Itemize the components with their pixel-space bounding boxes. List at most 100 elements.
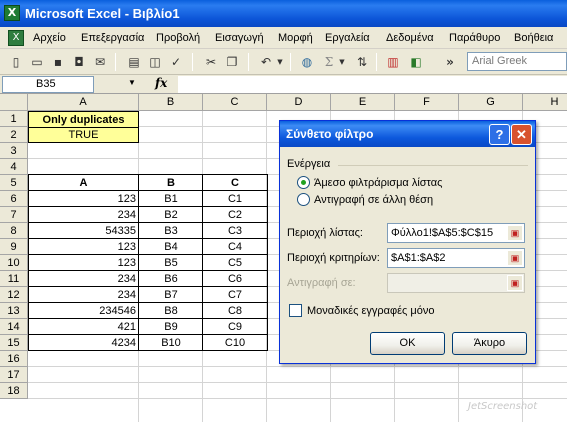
menu-help[interactable]: Βοήθεια bbox=[514, 32, 553, 44]
column-header-a[interactable]: A bbox=[28, 94, 139, 111]
row-header-6[interactable]: 6 bbox=[0, 191, 28, 207]
table-cell[interactable]: 234546 bbox=[28, 303, 139, 319]
drawing-icon[interactable]: ◧ bbox=[406, 52, 426, 72]
unique-records-checkbox[interactable] bbox=[289, 304, 302, 317]
list-range-field[interactable]: Φύλλο1!$A$5:$C$15 ▣ bbox=[387, 223, 525, 243]
menu-tools[interactable]: Εργαλεία bbox=[325, 32, 370, 44]
table-cell[interactable]: B10 bbox=[139, 335, 203, 351]
column-header-d[interactable]: D bbox=[267, 94, 331, 111]
table-cell[interactable]: B9 bbox=[139, 319, 203, 335]
table-cell[interactable]: 123 bbox=[28, 239, 139, 255]
column-header-h[interactable]: H bbox=[523, 94, 567, 111]
help-icon[interactable]: ? bbox=[489, 124, 510, 145]
table-cell[interactable]: 123 bbox=[28, 191, 139, 207]
radio-filter-in-place[interactable] bbox=[297, 176, 310, 189]
menu-file[interactable]: Αρχείο bbox=[33, 32, 66, 44]
permission-icon[interactable]: ◘ bbox=[69, 52, 89, 72]
sort-ascending-icon[interactable]: ⇅ bbox=[352, 52, 372, 72]
table-cell[interactable]: C4 bbox=[203, 239, 267, 255]
row-header-2[interactable]: 2 bbox=[0, 127, 28, 143]
row-header-16[interactable]: 16 bbox=[0, 351, 28, 367]
formula-input[interactable] bbox=[178, 76, 567, 93]
undo-dropdown-icon[interactable]: ▼ bbox=[275, 52, 285, 72]
table-cell[interactable]: B4 bbox=[139, 239, 203, 255]
table-cell[interactable]: B1 bbox=[139, 191, 203, 207]
print-icon[interactable]: ▤ bbox=[124, 52, 144, 72]
table-cell[interactable]: B7 bbox=[139, 287, 203, 303]
table-header-cell[interactable]: C bbox=[203, 175, 267, 191]
table-cell[interactable]: C6 bbox=[203, 271, 267, 287]
chart-wizard-icon[interactable]: ▥ bbox=[383, 52, 403, 72]
table-cell[interactable]: B5 bbox=[139, 255, 203, 271]
ok-button[interactable]: OK bbox=[370, 332, 445, 355]
table-cell[interactable]: C2 bbox=[203, 207, 267, 223]
select-all-corner[interactable] bbox=[0, 94, 28, 111]
collapse-dialog-icon[interactable]: ▣ bbox=[507, 250, 523, 266]
open-icon[interactable]: ▭ bbox=[27, 52, 47, 72]
column-header-e[interactable]: E bbox=[331, 94, 395, 111]
name-box-dropdown-icon[interactable]: ▼ bbox=[128, 78, 136, 87]
menu-view[interactable]: Προβολή bbox=[156, 32, 200, 44]
table-cell[interactable]: 234 bbox=[28, 271, 139, 287]
menu-format[interactable]: Μορφή bbox=[278, 32, 313, 44]
row-header-10[interactable]: 10 bbox=[0, 255, 28, 271]
autosum-dropdown-icon[interactable]: ▼ bbox=[337, 52, 347, 72]
table-cell[interactable]: 234 bbox=[28, 287, 139, 303]
collapse-dialog-icon[interactable]: ▣ bbox=[507, 225, 523, 241]
name-box[interactable]: B35 bbox=[2, 76, 94, 93]
copy-icon[interactable]: ❐ bbox=[222, 52, 242, 72]
column-header-f[interactable]: F bbox=[395, 94, 459, 111]
hyperlink-icon[interactable]: ◍ bbox=[297, 52, 317, 72]
column-header-b[interactable]: B bbox=[139, 94, 203, 111]
radio-copy-to-location[interactable] bbox=[297, 193, 310, 206]
table-cell[interactable]: B8 bbox=[139, 303, 203, 319]
column-header-g[interactable]: G bbox=[459, 94, 523, 111]
table-header-cell[interactable]: B bbox=[139, 175, 203, 191]
table-header-cell[interactable]: A bbox=[28, 175, 139, 191]
print-preview-icon[interactable]: ◫ bbox=[145, 52, 165, 72]
table-cell[interactable]: B3 bbox=[139, 223, 203, 239]
criteria-header-cell[interactable]: Only duplicates bbox=[28, 111, 139, 128]
email-icon[interactable]: ✉ bbox=[90, 52, 110, 72]
menu-insert[interactable]: Εισαγωγή bbox=[215, 32, 264, 44]
row-header-9[interactable]: 9 bbox=[0, 239, 28, 255]
table-cell[interactable]: 421 bbox=[28, 319, 139, 335]
table-cell[interactable]: 4234 bbox=[28, 335, 139, 351]
row-header-4[interactable]: 4 bbox=[0, 159, 28, 175]
workbook-icon[interactable]: X bbox=[8, 30, 24, 46]
row-header-14[interactable]: 14 bbox=[0, 319, 28, 335]
table-cell[interactable]: B2 bbox=[139, 207, 203, 223]
insert-function-icon[interactable]: fx bbox=[155, 76, 167, 90]
font-name-box[interactable]: Arial Greek bbox=[467, 52, 567, 71]
menu-edit[interactable]: Επεξεργασία bbox=[81, 32, 144, 44]
row-header-13[interactable]: 13 bbox=[0, 303, 28, 319]
table-cell[interactable]: C8 bbox=[203, 303, 267, 319]
save-icon[interactable]: ▪ bbox=[48, 52, 68, 72]
radio-copy-to-location-label[interactable]: Αντιγραφή σε άλλη θέση bbox=[314, 194, 433, 206]
radio-filter-in-place-label[interactable]: Άμεσο φιλτράρισμα λίστας bbox=[314, 177, 442, 189]
column-header-c[interactable]: C bbox=[203, 94, 267, 111]
table-cell[interactable]: C9 bbox=[203, 319, 267, 335]
row-header-15[interactable]: 15 bbox=[0, 335, 28, 351]
undo-icon[interactable]: ↶ bbox=[256, 52, 276, 72]
table-cell[interactable]: C3 bbox=[203, 223, 267, 239]
row-header-18[interactable]: 18 bbox=[0, 383, 28, 399]
table-cell[interactable]: C7 bbox=[203, 287, 267, 303]
dialog-title-bar[interactable]: Σύνθετο φίλτρο ? ✕ bbox=[280, 121, 535, 147]
menu-window[interactable]: Παράθυρο bbox=[449, 32, 500, 44]
unique-records-label[interactable]: Μοναδικές εγγραφές μόνο bbox=[307, 305, 434, 317]
row-header-3[interactable]: 3 bbox=[0, 143, 28, 159]
criteria-range-field[interactable]: $A$1:$A$2 ▣ bbox=[387, 248, 525, 268]
close-icon[interactable]: ✕ bbox=[511, 124, 532, 145]
table-cell[interactable]: C5 bbox=[203, 255, 267, 271]
cut-icon[interactable]: ✂ bbox=[201, 52, 221, 72]
criteria-value-cell[interactable]: TRUE bbox=[28, 128, 139, 143]
table-cell[interactable]: 54335 bbox=[28, 223, 139, 239]
row-header-11[interactable]: 11 bbox=[0, 271, 28, 287]
table-cell[interactable]: C1 bbox=[203, 191, 267, 207]
table-cell[interactable]: 123 bbox=[28, 255, 139, 271]
table-cell[interactable]: C10 bbox=[203, 335, 267, 351]
row-header-17[interactable]: 17 bbox=[0, 367, 28, 383]
toolbar-options-icon[interactable]: » bbox=[440, 52, 460, 72]
row-header-8[interactable]: 8 bbox=[0, 223, 28, 239]
